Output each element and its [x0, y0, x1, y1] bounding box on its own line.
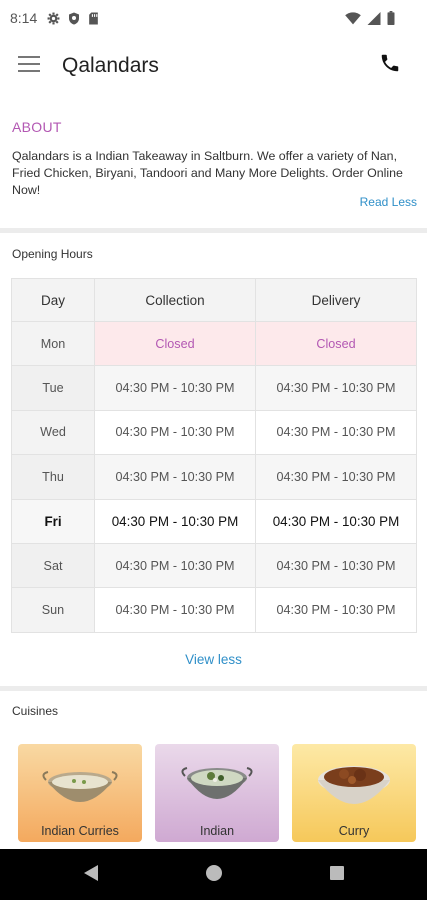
battery-icon — [387, 11, 395, 25]
delivery-hours-cell: 04:30 PM - 10:30 PM — [255, 542, 417, 589]
opening-hours-heading: Opening Hours — [12, 247, 93, 261]
collection-hours-cell: 04:30 PM - 10:30 PM — [94, 409, 256, 456]
cuisine-card-indian-curries[interactable]: Indian Curries — [18, 744, 142, 842]
table-row: Thu 04:30 PM - 10:30 PM 04:30 PM - 10:30 P… — [11, 454, 417, 500]
collection-hours-cell: 04:30 PM - 10:30 PM — [94, 454, 256, 500]
read-less-link[interactable]: Read Less — [360, 195, 417, 209]
status-bar: 8:14 — [0, 0, 427, 36]
gear-icon — [47, 12, 60, 24]
status-icons-right — [345, 11, 395, 25]
status-time: 8:14 — [10, 10, 38, 26]
cuisine-label: Curry — [338, 824, 370, 838]
cell-signal-icon — [367, 11, 381, 25]
day-cell: Wed — [11, 409, 95, 456]
cuisine-card-indian[interactable]: Indian — [155, 744, 279, 842]
system-nav-bar — [0, 849, 427, 900]
cuisine-card-curry[interactable]: Curry — [292, 744, 416, 842]
column-header-collection: Collection — [94, 278, 256, 322]
delivery-hours-cell: Closed — [255, 320, 417, 367]
table-row: Mon Closed Closed — [11, 320, 417, 367]
day-cell: Tue — [11, 365, 95, 411]
about-heading: ABOUT — [12, 119, 62, 135]
table-row: Wed 04:30 PM - 10:30 PM 04:30 PM - 10:30 P… — [11, 409, 417, 456]
delivery-hours-cell: 04:30 PM - 10:30 PM — [255, 365, 417, 411]
collection-hours-cell: 04:30 PM - 10:30 PM — [94, 542, 256, 589]
day-cell: Fri — [11, 498, 95, 544]
collection-hours-cell: 04:30 PM - 10:30 PM — [94, 498, 256, 544]
opening-hours-table: Day Collection Delivery Mon Closed Closed T… — [11, 278, 417, 633]
table-row: Sat 04:30 PM - 10:30 PM 04:30 PM - 10:30 P… — [11, 542, 417, 589]
hamburger-menu-icon — [18, 56, 40, 72]
day-cell: Sat — [11, 542, 95, 589]
delivery-hours-cell: 04:30 PM - 10:30 PM — [255, 409, 417, 456]
table-row: Fri 04:30 PM - 10:30 PM 04:30 PM - 10:30 P… — [11, 498, 417, 544]
column-header-delivery: Delivery — [255, 278, 417, 322]
opening-hours-section: Opening Hours Day Collection Delivery Mo… — [0, 233, 427, 685]
delivery-hours-cell: 04:30 PM - 10:30 PM — [255, 587, 417, 633]
home-icon[interactable] — [205, 863, 223, 883]
recents-icon[interactable] — [328, 863, 346, 883]
collection-hours-cell: Closed — [94, 320, 256, 367]
phone-icon — [381, 54, 399, 72]
about-section: ABOUT Qalandars is a Indian Takeaway in … — [0, 98, 427, 228]
call-button[interactable] — [379, 52, 405, 78]
table-row: Tue 04:30 PM - 10:30 PM 04:30 PM - 10:30 P… — [11, 365, 417, 411]
cuisines-heading: Cuisines — [12, 704, 59, 718]
day-cell: Thu — [11, 454, 95, 500]
back-icon[interactable] — [82, 863, 100, 883]
view-less-link[interactable]: View less — [0, 652, 427, 667]
app-bar: Qalandars — [0, 36, 427, 98]
column-header-day: Day — [11, 278, 95, 322]
collection-hours-cell: 04:30 PM - 10:30 PM — [94, 587, 256, 633]
table-header-row: Day Collection Delivery — [11, 278, 417, 322]
cuisines-section: Cuisines Indian Curries Indian Curry — [0, 691, 427, 849]
table-row: Sun 04:30 PM - 10:30 PM 04:30 PM - 10:30 P… — [11, 587, 417, 633]
delivery-hours-cell: 04:30 PM - 10:30 PM — [255, 498, 417, 544]
delivery-hours-cell: 04:30 PM - 10:30 PM — [255, 454, 417, 500]
status-icons-left — [47, 12, 99, 25]
app-title: Qalandars — [62, 54, 159, 77]
collection-hours-cell: 04:30 PM - 10:30 PM — [94, 365, 256, 411]
shield-icon — [69, 12, 80, 24]
sd-card-icon — [89, 12, 99, 24]
about-text: Qalandars is a Indian Takeaway in Saltbu… — [12, 149, 403, 197]
cuisine-label: Indian Curries — [41, 824, 119, 838]
day-cell: Mon — [11, 320, 95, 367]
day-cell: Sun — [11, 587, 95, 633]
cuisine-label: Indian — [199, 824, 235, 838]
menu-button[interactable] — [18, 55, 42, 77]
wifi-icon — [345, 11, 361, 24]
